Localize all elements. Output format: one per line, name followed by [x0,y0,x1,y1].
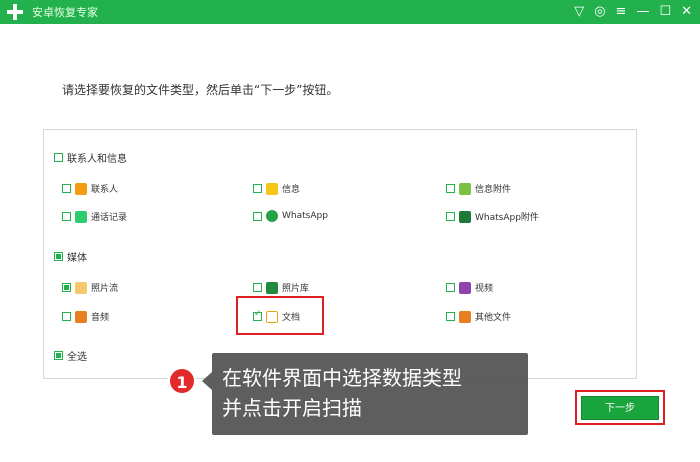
option-contacts[interactable]: 联系人 [62,182,118,195]
message-attachments-checkbox[interactable] [446,184,455,193]
option-label: 其他文件 [475,313,512,323]
contacts-group-checkbox[interactable] [54,153,63,162]
option-messages[interactable]: 信息 [253,182,300,195]
music-note-icon [75,310,87,323]
option-label: 视频 [475,284,494,294]
minimize-icon[interactable]: — [636,2,649,22]
option-label: WhatsApp附件 [475,213,539,223]
maximize-icon[interactable]: ☐ [659,2,671,22]
option-label: 信息附件 [475,185,512,195]
option-label: 照片库 [282,284,310,294]
app-logo-icon [6,3,24,21]
title-bar-controls: ▽ ◎ ≡ — ☐ ✕ [574,2,692,22]
photo-stream-icon [75,281,87,294]
file-icon [459,310,471,323]
group-media[interactable]: 媒体 [54,249,87,264]
step-badge: 1 [168,367,196,395]
option-label: 通话记录 [91,213,128,223]
menu-icon[interactable]: ≡ [616,2,627,22]
option-whatsapp[interactable]: WhatsApp [253,210,328,222]
contacts-checkbox[interactable] [62,184,71,193]
option-label: 照片流 [91,284,119,294]
option-photo-stream[interactable]: 照片流 [62,281,118,294]
whatsapp-attachment-icon [459,210,471,223]
next-button[interactable]: 下一步 [581,396,659,420]
whatsapp-attachments-checkbox[interactable] [446,212,455,221]
other-files-checkbox[interactable] [446,312,455,321]
option-call-log[interactable]: 通话记录 [62,210,127,223]
instruction-callout: 在软件界面中选择数据类型 并点击开启扫描 [212,353,528,435]
message-icon [266,182,278,195]
callout-line-2: 并点击开启扫描 [222,396,362,420]
select-all-checkbox[interactable] [54,351,63,360]
option-label: 信息 [282,185,301,195]
audio-checkbox[interactable] [62,312,71,321]
option-label: WhatsApp [282,211,328,221]
messages-checkbox[interactable] [253,184,262,193]
callout-pointer [202,372,212,390]
file-type-panel: 联系人和信息 联系人 信息 信息附件 通话记录 WhatsApp WhatsAp… [43,129,637,379]
attachment-icon [459,182,471,195]
option-message-attachments[interactable]: 信息附件 [446,182,511,195]
video-icon [459,281,471,294]
whatsapp-icon [266,210,278,222]
select-all-label: 全选 [67,352,87,363]
option-video[interactable]: 视频 [446,281,493,294]
group-media-label: 媒体 [67,253,87,264]
photo-stream-checkbox[interactable] [62,283,71,292]
call-log-checkbox[interactable] [62,212,71,221]
option-whatsapp-attachments[interactable]: WhatsApp附件 [446,210,539,223]
option-label: 联系人 [91,185,119,195]
option-audio[interactable]: 音频 [62,310,109,323]
phone-icon [75,210,87,223]
photo-library-icon [266,281,278,294]
option-other-files[interactable]: 其他文件 [446,310,511,323]
option-photo-library[interactable]: 照片库 [253,281,309,294]
media-group-checkbox[interactable] [54,252,63,261]
instruction-text: 请选择要恢复的文件类型，然后单击“下一步”按钮。 [62,83,339,97]
group-contacts[interactable]: 联系人和信息 [54,150,127,165]
video-checkbox[interactable] [446,283,455,292]
close-icon[interactable]: ✕ [681,2,692,22]
wifi-icon[interactable]: ▽ [574,2,584,22]
whatsapp-checkbox[interactable] [253,211,262,221]
documents-highlight-box [236,296,324,335]
option-label: 音频 [91,313,110,323]
select-all[interactable]: 全选 [54,348,87,363]
callout-line-1: 在软件界面中选择数据类型 [222,366,462,390]
photo-library-checkbox[interactable] [253,283,262,292]
group-contacts-label: 联系人和信息 [67,154,127,165]
app-title: 安卓恢复专家 [32,6,98,19]
title-bar: 安卓恢复专家 ▽ ◎ ≡ — ☐ ✕ [0,0,700,24]
contact-icon [75,182,87,195]
chat-icon[interactable]: ◎ [594,2,605,22]
